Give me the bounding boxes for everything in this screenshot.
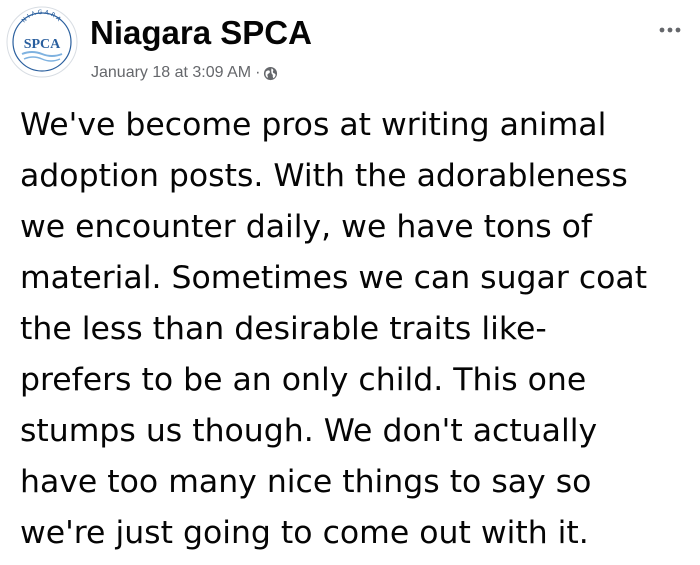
post-text-line: stumps us though. We don't actually [20, 413, 598, 449]
post-text-line: have too many nice things to say so [20, 464, 592, 500]
post-meta: January 18 at 3:09 AM · [91, 64, 278, 82]
post-text-line: material. Sometimes we can sugar coat [20, 260, 648, 296]
facebook-post: NIAGARA SPCA Niagara SPCA January 18 at … [0, 0, 700, 565]
spca-logo-icon: NIAGARA SPCA [6, 6, 78, 78]
post-text-line: we're just going to come out with it. [20, 515, 589, 551]
post-text-line: We've become pros at writing animal [20, 107, 607, 143]
post-header: NIAGARA SPCA Niagara SPCA January 18 at … [0, 0, 700, 90]
post-text-line: adoption posts. With the adorableness [20, 158, 628, 194]
post-text-line: prefers to be an only child. This one [20, 362, 587, 398]
more-options-button[interactable] [652, 18, 688, 42]
post-timestamp[interactable]: January 18 at 3:09 AM [91, 64, 251, 82]
logo-text: SPCA [24, 37, 61, 52]
post-body-text: We've become pros at writing animal adop… [20, 100, 690, 559]
page-name-link[interactable]: Niagara SPCA [90, 14, 312, 52]
more-options-icon [659, 27, 681, 33]
post-text-line: we encounter daily, we have tons of [20, 209, 593, 245]
meta-separator: · [255, 64, 261, 81]
post-text-line: the less than desirable traits like- [20, 311, 547, 347]
globe-icon[interactable] [263, 66, 278, 81]
page-avatar[interactable]: NIAGARA SPCA [6, 6, 78, 78]
